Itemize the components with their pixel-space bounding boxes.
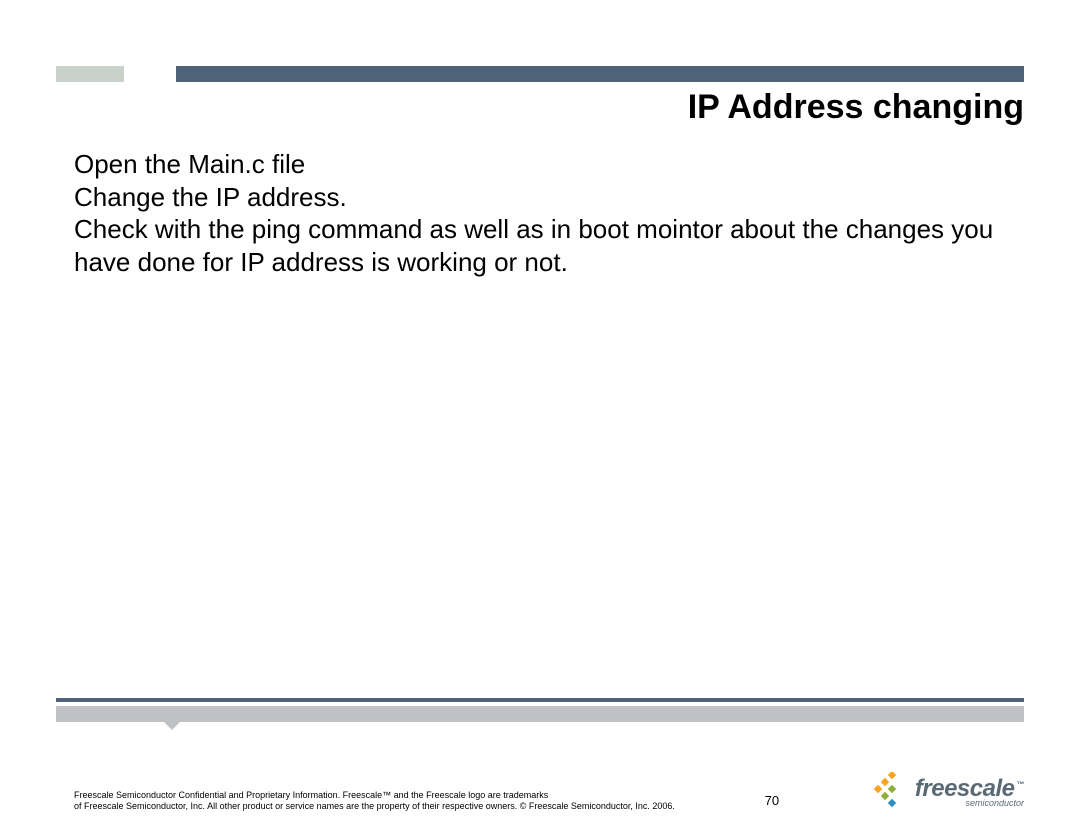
body-line: Change the IP address. <box>74 181 1006 214</box>
page-number: 70 <box>765 793 779 808</box>
footer-bar-light <box>56 706 1024 722</box>
freescale-logo-icon <box>869 772 909 812</box>
slide-title: IP Address changing <box>688 88 1024 127</box>
brand-subtitle: semiconductor <box>915 799 1024 808</box>
brand-name: freescale™ <box>915 777 1024 801</box>
header-bar <box>56 66 1024 82</box>
header-bar-accent-light <box>56 66 124 82</box>
body-line: Open the Main.c file <box>74 148 1006 181</box>
footer-bar <box>56 698 1024 722</box>
footer-legal: Freescale Semiconductor Confidential and… <box>74 790 675 813</box>
footer-legal-line: Freescale Semiconductor Confidential and… <box>74 790 548 800</box>
header-bar-gap <box>124 66 176 82</box>
brand-tm: ™ <box>1016 780 1024 789</box>
brand-logo: freescale™ semiconductor <box>869 772 1024 812</box>
header-bar-accent-dark <box>176 66 1024 82</box>
body-line: Check with the ping command as well as i… <box>74 213 1006 278</box>
brand-logo-text: freescale™ semiconductor <box>915 777 1024 808</box>
footer-notch-icon <box>164 722 180 730</box>
footer-bar-dark <box>56 698 1024 702</box>
footer: Freescale Semiconductor Confidential and… <box>74 772 1024 812</box>
slide-body: Open the Main.c file Change the IP addre… <box>74 148 1006 278</box>
footer-legal-line: of Freescale Semiconductor, Inc. All oth… <box>74 801 675 811</box>
